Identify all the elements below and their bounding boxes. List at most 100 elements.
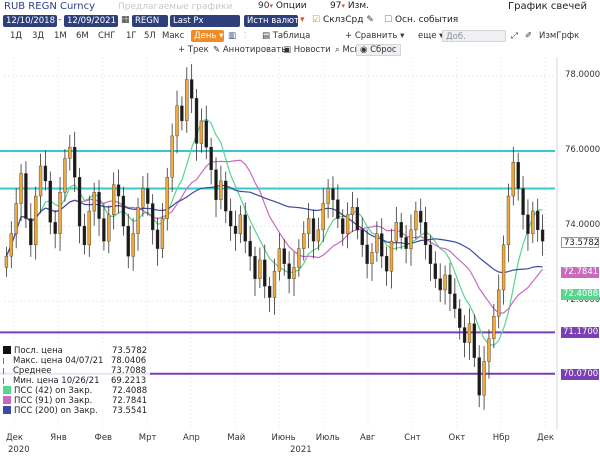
legend-row: ПСС (200) on Закр. 73.5541 bbox=[3, 406, 147, 416]
candle-body bbox=[404, 237, 408, 249]
add-data-input[interactable]: Доб. данные bbox=[442, 30, 506, 54]
checkbox-checked-icon[interactable]: ☑ bbox=[312, 15, 320, 25]
legend-label: Макс. цена 04/07/21 bbox=[13, 356, 104, 366]
annotation-toolbar: + Трек ✎ Аннотировать ▣ Новости ⌕ Мсшт ◉… bbox=[0, 44, 600, 57]
annotate-label: Аннотировать bbox=[222, 45, 287, 55]
news-label: Новости bbox=[293, 45, 331, 55]
candle-body bbox=[516, 162, 520, 189]
candle-body bbox=[462, 327, 467, 343]
period-max[interactable]: Макс bbox=[162, 30, 184, 42]
x-tick-label: Снт bbox=[404, 433, 421, 443]
moving-average-toggle[interactable]: ☑ СклзСрд ✎ bbox=[312, 15, 374, 25]
fullscreen-icon[interactable]: ⤢ bbox=[511, 30, 518, 42]
line-chart-icon[interactable]: ⫶ bbox=[244, 30, 246, 42]
candle-body bbox=[194, 98, 199, 144]
candle-body bbox=[77, 177, 82, 227]
candle-body bbox=[350, 207, 355, 216]
candle-body bbox=[243, 214, 247, 242]
candle-body bbox=[9, 233, 13, 257]
price-tag: 72.7841 bbox=[561, 266, 599, 278]
candle-body bbox=[467, 323, 472, 343]
x-tick-label: Апр bbox=[183, 433, 200, 443]
candle-body bbox=[306, 218, 311, 234]
legend-row: Посл. цена 73.5782 bbox=[3, 346, 147, 356]
more-button[interactable]: еще ▾ bbox=[418, 30, 443, 42]
x-tick-label: Окт bbox=[448, 433, 466, 443]
edit-number: 97 bbox=[330, 1, 342, 11]
reset-button[interactable]: ◉ Сброс bbox=[356, 44, 401, 56]
candle-body bbox=[370, 252, 374, 264]
price-tag: 73.5782 bbox=[561, 236, 599, 248]
candle-body bbox=[380, 233, 384, 257]
candle-body bbox=[448, 274, 452, 294]
x-tick-label: Нбр bbox=[492, 433, 510, 443]
legend-label: ПСС (91) on Закр. bbox=[14, 396, 93, 406]
date-dash-icon: - bbox=[58, 15, 62, 25]
caret-down-icon[interactable]: ▾ bbox=[300, 15, 305, 25]
candle-body bbox=[185, 79, 189, 122]
period-1y[interactable]: 1Г bbox=[126, 30, 137, 42]
legend-value: 73.5782 bbox=[112, 346, 148, 356]
candle-body bbox=[102, 218, 106, 242]
period-1m[interactable]: 1М bbox=[54, 30, 67, 42]
date-from-field[interactable]: 12/10/2018 bbox=[3, 15, 57, 27]
candle-body bbox=[472, 323, 476, 358]
compare-button[interactable]: + Сравнить ▾ bbox=[345, 30, 404, 42]
ticker-code-field[interactable]: REGN bbox=[132, 15, 168, 27]
caret-down-icon: ▾ bbox=[341, 2, 345, 10]
legend-row: Среднее 73.7088 bbox=[3, 366, 146, 376]
legend-value: 78.0406 bbox=[111, 356, 147, 366]
caret-down-icon: ▾ bbox=[269, 2, 273, 10]
pencil-icon[interactable]: ✎ bbox=[366, 15, 374, 25]
candle-body bbox=[267, 286, 272, 298]
frequency-label: День bbox=[194, 31, 217, 41]
suggested-charts-link[interactable]: Предлагаемые графики bbox=[118, 2, 232, 12]
candle-body bbox=[204, 120, 208, 148]
source-selector[interactable]: Истн валют bbox=[244, 15, 299, 27]
options-menu[interactable]: 90▾ Опции bbox=[258, 1, 307, 11]
candle-body bbox=[336, 199, 340, 219]
settings-icon[interactable]: ✐ bbox=[525, 30, 532, 42]
legend: Посл. цена 73.5782 Макс. цена 04/07/21 78.0… bbox=[0, 346, 150, 418]
period-6m[interactable]: 6М bbox=[76, 30, 89, 42]
period-3d[interactable]: 3Д bbox=[32, 30, 44, 42]
price-tag: 70.0700 bbox=[561, 368, 599, 380]
trend-button[interactable]: + Трек bbox=[178, 44, 209, 56]
reset-icon: ◉ bbox=[360, 45, 368, 55]
x-tick-label: Янв bbox=[50, 433, 67, 443]
candle-body bbox=[238, 214, 243, 234]
date-to-field[interactable]: 12/09/2021 bbox=[64, 15, 118, 27]
caret-down-icon: ▾ bbox=[400, 31, 405, 41]
table-button[interactable]: ▤ Таблица bbox=[262, 30, 310, 42]
candle-body bbox=[29, 218, 33, 246]
checkbox-icon[interactable]: ☐ bbox=[384, 15, 392, 25]
period-1d[interactable]: 1Д bbox=[10, 30, 22, 42]
edit-menu[interactable]: 97▾ Изм. bbox=[330, 1, 369, 11]
table-label: Таблица bbox=[272, 31, 311, 41]
candle-body bbox=[175, 105, 179, 137]
legend-swatch bbox=[3, 406, 11, 414]
candle-body bbox=[506, 195, 511, 246]
chart-settings-button[interactable]: ИзмГрфк bbox=[539, 30, 579, 42]
candle-chart-icon[interactable]: ▥ bbox=[228, 30, 236, 42]
candle-body bbox=[526, 214, 530, 234]
candle-body bbox=[365, 244, 369, 264]
period-toolbar: 1Д 3Д 1М 6М СНГ 1Г 5Л Макс День ▾ ▥ ⫶ ▤ … bbox=[0, 29, 600, 54]
calendar-icon[interactable]: ▦ bbox=[121, 15, 130, 25]
legend-swatch bbox=[3, 358, 10, 364]
field-selector[interactable]: Last Px bbox=[170, 15, 240, 27]
frequency-selector[interactable]: День ▾ bbox=[191, 30, 224, 42]
trend-label: Трек bbox=[187, 45, 209, 55]
legend-value: 73.5541 bbox=[112, 406, 148, 416]
candle-body bbox=[540, 229, 545, 242]
period-5y[interactable]: 5Л bbox=[144, 30, 156, 42]
annotate-button[interactable]: ✎ Аннотировать bbox=[213, 44, 286, 56]
period-ytd[interactable]: СНГ bbox=[98, 30, 116, 42]
candle-body bbox=[199, 120, 204, 144]
candle-body bbox=[14, 203, 18, 234]
candle-body bbox=[263, 259, 267, 287]
news-button[interactable]: ▣ Новости bbox=[283, 44, 331, 56]
main-events-toggle[interactable]: ☐ Осн. события bbox=[384, 15, 458, 25]
legend-swatch bbox=[3, 386, 11, 394]
news-icon: ▣ bbox=[283, 45, 292, 55]
